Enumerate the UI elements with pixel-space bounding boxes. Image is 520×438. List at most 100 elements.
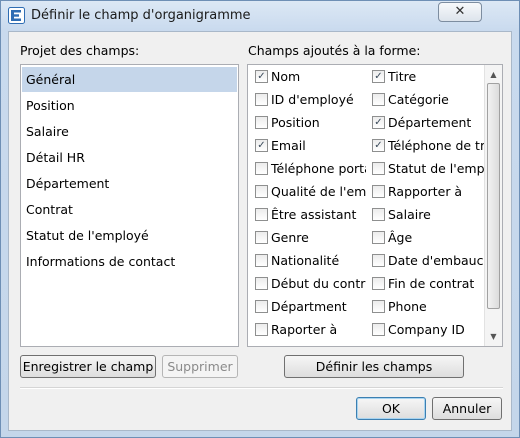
checkbox-contract-end[interactable]: [372, 277, 385, 290]
field-label: Téléphone de travail: [388, 138, 484, 153]
checkbox-report-to-alt[interactable]: [255, 323, 268, 336]
list-item-employee-status[interactable]: Statut de l'employé: [22, 223, 237, 248]
field-row-report-to[interactable]: Rapporter à: [372, 182, 484, 202]
checkbox-report-to[interactable]: [372, 185, 385, 198]
scrollbar-thumb[interactable]: [487, 83, 500, 309]
field-row-mobile-phone[interactable]: Téléphone portable: [255, 159, 366, 179]
field-label: Date d'embauche: [388, 253, 484, 268]
ok-button[interactable]: OK: [356, 397, 426, 420]
checkbox-salary[interactable]: [372, 208, 385, 221]
field-row-report-to-alt[interactable]: Raporter à: [255, 320, 366, 340]
list-item-hr-detail[interactable]: Détail HR: [22, 145, 237, 170]
title-bar[interactable]: Définir le champ d'organigramme ✕: [1, 1, 519, 31]
field-row-nationality[interactable]: Nationalité: [255, 251, 366, 271]
close-icon: ✕: [454, 4, 466, 19]
fields-column-right: ✓ Titre Catégorie ✓ Département ✓ Téléph…: [366, 65, 484, 346]
dialog-body: Projet des champs: Champs ajoutés à la f…: [8, 31, 512, 431]
close-button[interactable]: ✕: [438, 2, 482, 22]
checkmark-icon: ✓: [374, 71, 383, 82]
save-field-button[interactable]: Enregistrer le champ: [20, 355, 156, 378]
delete-button[interactable]: Supprimer: [162, 355, 238, 378]
added-fields-panel: ✓ Nom ID d'employé Position ✓ Email Télé…: [247, 64, 503, 347]
field-row-hire-date[interactable]: Date d'embauche: [372, 251, 484, 271]
checkbox-age[interactable]: [372, 231, 385, 244]
checkmark-icon: ✓: [257, 71, 266, 82]
field-row-nom[interactable]: ✓ Nom: [255, 67, 366, 87]
field-row-employee-status[interactable]: Statut de l'employé: [372, 159, 484, 179]
checkbox-nom[interactable]: ✓: [255, 70, 268, 83]
field-row-gender[interactable]: Genre: [255, 228, 366, 248]
cancel-button[interactable]: Annuler: [432, 397, 502, 420]
field-row-employee-id[interactable]: ID d'employé: [255, 90, 366, 110]
field-row-company-id[interactable]: Company ID: [372, 320, 484, 340]
checkbox-title[interactable]: ✓: [372, 70, 385, 83]
list-item-position[interactable]: Position: [22, 93, 237, 118]
field-label: Catégorie: [388, 92, 449, 107]
field-label: Email: [271, 138, 306, 153]
field-project-list[interactable]: Général Position Salaire Détail HR Dépar…: [20, 64, 239, 347]
field-label: Qualité de l'employé: [271, 184, 366, 199]
checkbox-department-alt[interactable]: [255, 300, 268, 313]
field-label: Salaire: [388, 207, 431, 222]
checkbox-category[interactable]: [372, 93, 385, 106]
field-row-is-assistant[interactable]: Être assistant: [255, 205, 366, 225]
field-row-category[interactable]: Catégorie: [372, 90, 484, 110]
field-label: Nationalité: [271, 253, 340, 268]
checkbox-hire-date[interactable]: [372, 254, 385, 267]
field-row-title[interactable]: ✓ Titre: [372, 67, 484, 87]
field-row-employee-quality[interactable]: Qualité de l'employé: [255, 182, 366, 202]
checkmark-icon: ✓: [374, 117, 383, 128]
field-row-salary[interactable]: Salaire: [372, 205, 484, 225]
field-row-age[interactable]: Âge: [372, 228, 484, 248]
checkbox-nationality[interactable]: [255, 254, 268, 267]
checkbox-employee-quality[interactable]: [255, 185, 268, 198]
checkbox-employee-id[interactable]: [255, 93, 268, 106]
checkbox-employee-status[interactable]: [372, 162, 385, 175]
checkbox-mobile-phone[interactable]: [255, 162, 268, 175]
checkmark-icon: ✓: [374, 140, 383, 151]
scroll-down-icon[interactable]: ▼: [486, 328, 501, 345]
app-logo-icon: [8, 7, 25, 24]
field-label: Être assistant: [271, 207, 357, 222]
field-label: Position: [271, 115, 320, 130]
checkbox-gender[interactable]: [255, 231, 268, 244]
list-item-contract[interactable]: Contrat: [22, 197, 237, 222]
field-row-department-alt[interactable]: Départment: [255, 297, 366, 317]
field-label: Phone: [388, 299, 427, 314]
field-label: Téléphone portable: [271, 161, 366, 176]
added-fields-label: Champs ajoutés à la forme:: [248, 43, 421, 58]
checkbox-work-phone[interactable]: ✓: [372, 139, 385, 152]
checkbox-company-id[interactable]: [372, 323, 385, 336]
field-label: Début du contrat: [271, 276, 366, 291]
field-row-contract-start[interactable]: Début du contrat: [255, 274, 366, 294]
vertical-scrollbar[interactable]: ▲ ▼: [484, 65, 502, 346]
field-label: Company ID: [388, 322, 465, 337]
field-row-contract-end[interactable]: Fin de contrat: [372, 274, 484, 294]
field-label: Raporter à: [271, 322, 338, 337]
list-item-department[interactable]: Département: [22, 171, 237, 196]
field-label: Rapporter à: [388, 184, 463, 199]
field-row-email[interactable]: ✓ Email: [255, 136, 366, 156]
checkmark-icon: ✓: [257, 140, 266, 151]
checkbox-is-assistant[interactable]: [255, 208, 268, 221]
field-label: Titre: [388, 69, 417, 84]
checkbox-email[interactable]: ✓: [255, 139, 268, 152]
field-row-position[interactable]: Position: [255, 113, 366, 133]
list-item-salary[interactable]: Salaire: [22, 119, 237, 144]
field-row-department[interactable]: ✓ Département: [372, 113, 484, 133]
list-item-contact-info[interactable]: Informations de contact: [22, 249, 237, 274]
checkbox-phone[interactable]: [372, 300, 385, 313]
field-label: Fin de contrat: [388, 276, 475, 291]
field-label: Départment: [271, 299, 347, 314]
separator: [20, 387, 503, 389]
checkbox-position[interactable]: [255, 116, 268, 129]
checkbox-contract-start[interactable]: [255, 277, 268, 290]
field-label: Nom: [271, 69, 301, 84]
define-fields-button[interactable]: Définir les champs: [284, 355, 464, 378]
field-row-work-phone[interactable]: ✓ Téléphone de travail: [372, 136, 484, 156]
dialog-window: Définir le champ d'organigramme ✕ Projet…: [0, 0, 520, 438]
scroll-up-icon[interactable]: ▲: [486, 66, 501, 83]
checkbox-department[interactable]: ✓: [372, 116, 385, 129]
field-row-phone[interactable]: Phone: [372, 297, 484, 317]
list-item-general[interactable]: Général: [22, 67, 237, 92]
